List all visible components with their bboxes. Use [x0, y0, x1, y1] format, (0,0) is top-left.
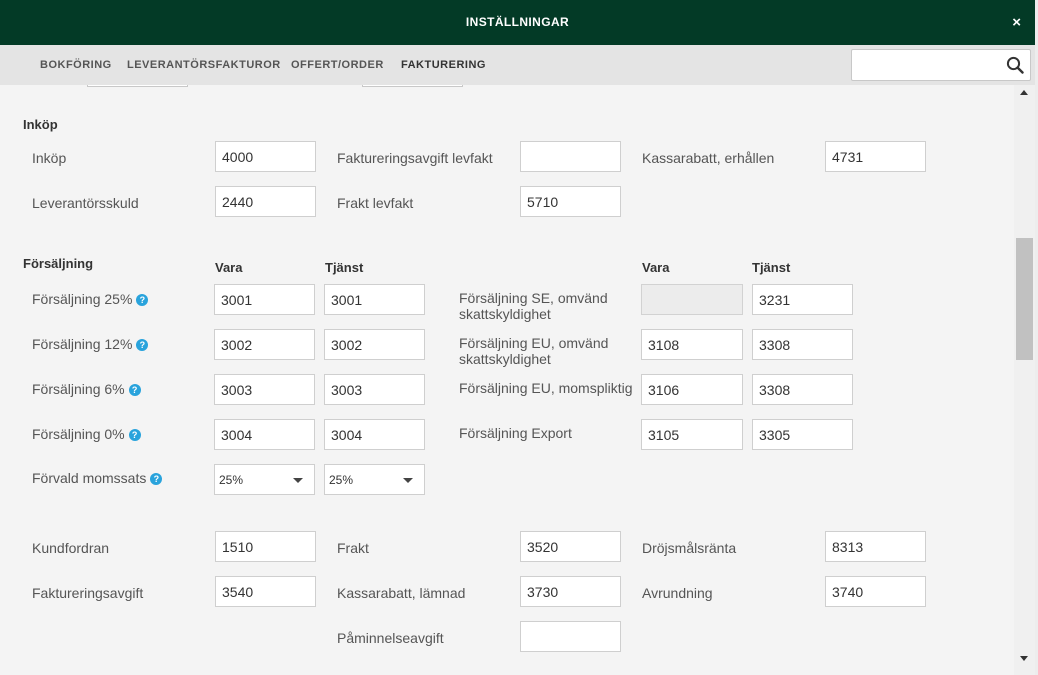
field-forsaljning-eu-omvand-tjanst[interactable]: [752, 329, 853, 360]
select-value: 25%: [329, 473, 354, 487]
tab-fakturering[interactable]: FAKTURERING: [401, 59, 486, 71]
field-frakt[interactable]: [520, 531, 621, 562]
label-avrundning: Avrundning: [642, 585, 713, 601]
label-forsaljning-export: Försäljning Export: [459, 425, 572, 441]
field-leverantorsskuld[interactable]: [215, 186, 316, 217]
label-kundfordran: Kundfordran: [32, 540, 110, 556]
field-above[interactable]: [87, 85, 188, 87]
label-forsaljning-eu-momspliktig: Försäljning EU, momspliktig: [459, 380, 633, 396]
scroll-up-icon[interactable]: [1020, 90, 1028, 95]
label-forsaljning-6: Försäljning 6%?: [32, 381, 141, 397]
close-icon[interactable]: ×: [1012, 14, 1021, 32]
label-inkop: Inköp: [32, 150, 67, 166]
label-frakt: Frakt: [337, 540, 369, 556]
chevron-down-icon: [293, 478, 303, 483]
label-kassarabatt-erhallen: Kassarabatt, erhållen: [642, 150, 775, 166]
label-forsaljning-25: Försäljning 25%?: [32, 291, 149, 307]
section-heading-inkop: Inköp: [23, 117, 58, 132]
search-box: [851, 49, 1031, 81]
field-forsaljning-export-vara[interactable]: [641, 419, 743, 450]
search-icon[interactable]: [1006, 56, 1024, 74]
column-header-tjanst: Tjänst: [325, 260, 364, 275]
field-avrundning[interactable]: [825, 576, 926, 607]
label-faktureringsavgift: Faktureringsavgift: [32, 585, 144, 601]
field-kundfordran[interactable]: [215, 531, 316, 562]
label-forsaljning-se-omvand: Försäljning SE, omvänd skattskyldighet: [459, 290, 608, 322]
field-forsaljning-12-tjanst[interactable]: [324, 329, 425, 360]
field-inkop[interactable]: [215, 141, 316, 172]
field-faktureringsavgift-levfakt[interactable]: [520, 141, 621, 172]
label-leverantorsskuld: Leverantörsskuld: [32, 195, 139, 211]
tab-bokforing[interactable]: BOKFÖRING: [40, 59, 112, 71]
tab-bar: BOKFÖRING LEVERANTÖRSFAKTUROR OFFERT/ORD…: [0, 45, 1035, 85]
section-heading-forsaljning: Försäljning: [23, 256, 94, 271]
tab-leverantorsfakturor[interactable]: LEVERANTÖRSFAKTUROR: [127, 59, 281, 71]
field-forsaljning-export-tjanst[interactable]: [752, 419, 853, 450]
field-forsaljning-25-tjanst[interactable]: [324, 284, 425, 315]
chevron-down-icon: [403, 478, 413, 483]
label-drojsmalsranta: Dröjsmålsränta: [642, 540, 737, 556]
vertical-scrollbar[interactable]: [1014, 85, 1035, 675]
dialog-title: INSTÄLLNINGAR: [465, 15, 570, 29]
column-header-vara: Vara: [642, 260, 670, 275]
settings-content: Inköp Inköp Leverantörsskuld Fakturering…: [0, 85, 1014, 675]
tab-offert-order[interactable]: OFFERT/ORDER: [291, 59, 384, 71]
label-faktureringsavgift-levfakt: Faktureringsavgift levfakt: [337, 150, 493, 166]
select-value: 25%: [219, 473, 244, 487]
title-bar: INSTÄLLNINGAR ×: [0, 0, 1035, 45]
label-forsaljning-0: Försäljning 0%?: [32, 426, 141, 442]
field-drojsmalsranta[interactable]: [825, 531, 926, 562]
help-icon[interactable]: ?: [128, 429, 141, 441]
label-paminnelseavgift: Påminnelseavgift: [337, 630, 444, 646]
search-input[interactable]: [856, 51, 1004, 79]
column-header-tjanst: Tjänst: [752, 260, 791, 275]
label-kassarabatt-lamnad: Kassarabatt, lämnad: [337, 585, 466, 601]
select-momssats-tjanst[interactable]: 25%: [324, 464, 425, 495]
scroll-down-icon[interactable]: [1020, 656, 1028, 661]
field-forsaljning-0-vara[interactable]: [214, 419, 315, 450]
field-forsaljning-6-tjanst[interactable]: [324, 374, 425, 405]
field-frakt-levfakt[interactable]: [520, 186, 621, 217]
scroll-thumb[interactable]: [1016, 238, 1033, 360]
field-kassarabatt-lamnad[interactable]: [520, 576, 621, 607]
field-forsaljning-12-vara[interactable]: [214, 329, 315, 360]
field-forsaljning-25-vara[interactable]: [214, 284, 315, 315]
help-icon[interactable]: ?: [136, 339, 149, 351]
field-above[interactable]: [362, 85, 463, 87]
field-forsaljning-se-omvand-tjanst[interactable]: [752, 284, 853, 315]
select-momssats-vara[interactable]: 25%: [214, 464, 315, 495]
settings-dialog: INSTÄLLNINGAR × BOKFÖRING LEVERANTÖRSFAK…: [0, 0, 1038, 675]
label-forsaljning-12: Försäljning 12%?: [32, 336, 149, 352]
field-forsaljning-se-omvand-vara: [641, 284, 743, 315]
field-forsaljning-0-tjanst[interactable]: [324, 419, 425, 450]
field-paminnelseavgift[interactable]: [520, 621, 621, 652]
field-forsaljning-eu-momspliktig-vara[interactable]: [641, 374, 743, 405]
field-forsaljning-eu-omvand-vara[interactable]: [641, 329, 743, 360]
field-kassarabatt-erhallen[interactable]: [825, 141, 926, 172]
help-icon[interactable]: ?: [150, 473, 163, 485]
field-faktureringsavgift[interactable]: [215, 576, 316, 607]
help-icon[interactable]: ?: [136, 294, 149, 306]
label-frakt-levfakt: Frakt levfakt: [337, 195, 414, 211]
field-forsaljning-eu-momspliktig-tjanst[interactable]: [752, 374, 853, 405]
label-forsaljning-eu-omvand: Försäljning EU, omvänd skattskyldighet: [459, 335, 609, 367]
column-header-vara: Vara: [215, 260, 243, 275]
field-forsaljning-6-vara[interactable]: [214, 374, 315, 405]
label-forvald-momssats: Förvald momssats?: [32, 470, 163, 486]
help-icon[interactable]: ?: [128, 384, 141, 396]
